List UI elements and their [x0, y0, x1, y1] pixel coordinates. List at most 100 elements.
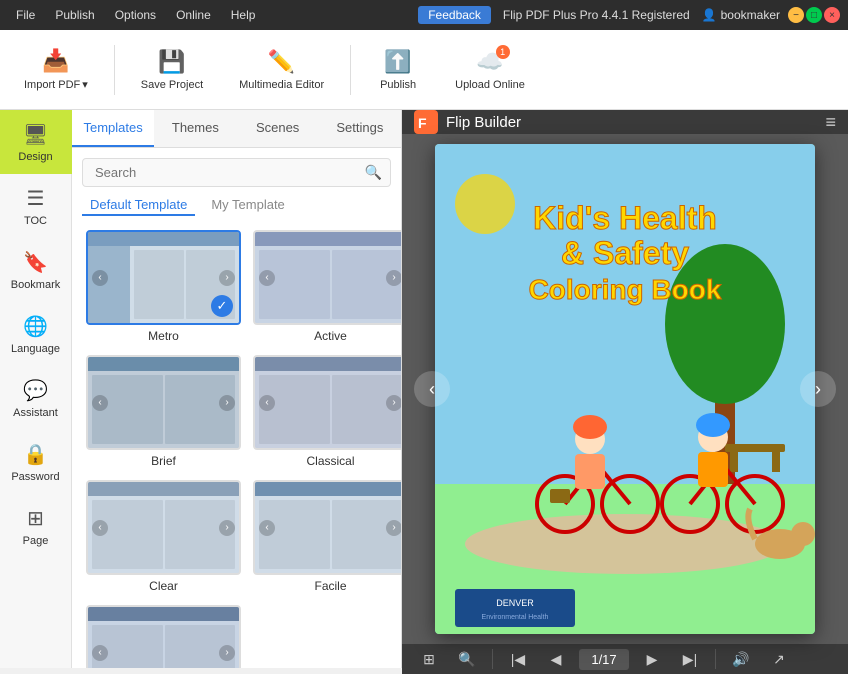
save-label: Save Project: [141, 79, 203, 91]
tab-scenes[interactable]: Scenes: [237, 110, 319, 147]
metro-nav-right: ›: [219, 270, 235, 286]
minimize-button[interactable]: −: [788, 7, 804, 23]
metro-nav-left: ‹: [92, 270, 108, 286]
language-icon: 🌐: [23, 314, 48, 339]
extra-nav-right: ›: [219, 645, 235, 661]
book-cover: Kid's Health & Safety Coloring Book: [435, 144, 815, 634]
brief-nav-left: ‹: [92, 395, 108, 411]
svg-text:Environmental Health: Environmental Health: [482, 614, 549, 621]
search-bar: 🔍: [82, 158, 391, 187]
template-facile[interactable]: ‹ › Facile: [247, 474, 401, 599]
grid-view-button[interactable]: ⊞: [414, 644, 444, 674]
toolbar-separator-2: [350, 45, 351, 95]
save-project-button[interactable]: 💾 Save Project: [127, 43, 217, 97]
sidebar-item-password[interactable]: 🔒 Password: [0, 430, 72, 494]
page-icon: ⊞: [27, 506, 44, 531]
password-icon: 🔒: [23, 442, 48, 467]
svg-text:Kid's Health: Kid's Health: [533, 200, 717, 236]
upload-icon-wrap: ☁️ 1: [476, 49, 503, 75]
template-name-clear: Clear: [149, 579, 178, 593]
sidebar-item-assistant[interactable]: 💬 Assistant: [0, 366, 72, 430]
template-thumb-metro: ‹ › ✓: [86, 230, 241, 325]
window-controls: − □ ×: [788, 7, 840, 23]
subtab-my[interactable]: My Template: [203, 195, 292, 216]
extra-nav-left: ‹: [92, 645, 108, 661]
prev-page-footer-button[interactable]: ◀: [541, 644, 571, 674]
tab-themes[interactable]: Themes: [154, 110, 236, 147]
template-extra[interactable]: ‹ ›: [80, 599, 247, 668]
svg-text:DENVER: DENVER: [496, 598, 534, 608]
flip-logo-icon: F: [414, 110, 438, 134]
facile-nav-right: ›: [386, 520, 401, 536]
user-name: bookmaker: [721, 8, 780, 22]
toc-label: TOC: [24, 215, 47, 227]
share-button[interactable]: ↗: [764, 644, 794, 674]
upload-online-button[interactable]: ☁️ 1 Upload Online: [441, 43, 539, 97]
search-input[interactable]: [91, 159, 365, 186]
sidebar-item-page[interactable]: ⊞ Page: [0, 494, 72, 558]
publish-button[interactable]: ⬆️ Publish: [363, 43, 433, 97]
template-thumb-classical: ‹ ›: [253, 355, 401, 450]
flip-title: Flip Builder: [446, 114, 521, 131]
design-label: Design: [18, 151, 52, 163]
footer-separator-1: [492, 649, 493, 669]
tab-templates[interactable]: Templates: [72, 110, 154, 147]
bookmark-label: Bookmark: [11, 279, 61, 291]
template-active[interactable]: ‹ › Active: [247, 224, 401, 349]
assistant-label: Assistant: [13, 407, 58, 419]
sidebar-item-bookmark[interactable]: 🔖 Bookmark: [0, 238, 72, 302]
flip-logo: F Flip Builder: [414, 110, 521, 134]
templates-grid: ‹ › ✓ Metro: [72, 224, 401, 668]
template-name-classical: Classical: [306, 454, 354, 468]
brief-nav-right: ›: [219, 395, 235, 411]
last-page-button[interactable]: ▶|: [675, 644, 705, 674]
multimedia-icon: ✏️: [268, 49, 295, 75]
page-input[interactable]: [579, 649, 629, 670]
preview-header: F Flip Builder ≡: [402, 110, 848, 134]
template-classical[interactable]: ‹ › Classical: [247, 349, 401, 474]
template-thumb-brief: ‹ ›: [86, 355, 241, 450]
menu-publish[interactable]: Publish: [47, 6, 102, 24]
toc-icon: ☰: [27, 186, 45, 211]
template-thumb-extra: ‹ ›: [86, 605, 241, 668]
multimedia-editor-button[interactable]: ✏️ Multimedia Editor: [225, 43, 338, 97]
subtab-default[interactable]: Default Template: [82, 195, 195, 216]
template-brief[interactable]: ‹ › Brief: [80, 349, 247, 474]
menu-file[interactable]: File: [8, 6, 43, 24]
svg-text:& Safety: & Safety: [561, 235, 689, 271]
import-dropdown-icon: ▾: [82, 78, 88, 91]
prev-page-button[interactable]: ‹: [414, 371, 450, 407]
left-sidebar: 🖥 Design ☰ TOC 🔖 Bookmark 🌐 Language 💬 A…: [0, 110, 72, 668]
preview-footer: ⊞ 🔍 |◀ ◀ ▶ ▶| 🔊 ↗: [402, 644, 848, 674]
template-name-facile: Facile: [314, 579, 346, 593]
search-icon: 🔍: [365, 164, 382, 181]
save-icon: 💾: [158, 49, 185, 75]
feedback-button[interactable]: Feedback: [418, 6, 491, 24]
zoom-in-button[interactable]: 🔍: [452, 644, 482, 674]
sidebar-item-design[interactable]: 🖥 Design: [0, 110, 72, 174]
menu-online[interactable]: Online: [168, 6, 219, 24]
close-button[interactable]: ×: [824, 7, 840, 23]
upload-label: Upload Online: [455, 79, 525, 91]
template-clear[interactable]: ‹ › Clear: [80, 474, 247, 599]
menu-options[interactable]: Options: [107, 6, 164, 24]
next-page-footer-button[interactable]: ▶: [637, 644, 667, 674]
tab-settings[interactable]: Settings: [319, 110, 401, 147]
hamburger-menu-icon[interactable]: ≡: [825, 112, 836, 133]
sidebar-item-language[interactable]: 🌐 Language: [0, 302, 72, 366]
maximize-button[interactable]: □: [806, 7, 822, 23]
active-nav-left: ‹: [259, 270, 275, 286]
clear-nav-left: ‹: [92, 520, 108, 536]
page-label: Page: [23, 535, 49, 547]
import-pdf-button[interactable]: 📥 Import PDF ▾: [10, 42, 102, 97]
design-icon: 🖥: [23, 122, 48, 147]
next-page-button[interactable]: ›: [800, 371, 836, 407]
template-thumb-clear: ‹ ›: [86, 480, 241, 575]
menu-help[interactable]: Help: [223, 6, 264, 24]
first-page-button[interactable]: |◀: [503, 644, 533, 674]
sidebar-item-toc[interactable]: ☰ TOC: [0, 174, 72, 238]
sound-button[interactable]: 🔊: [726, 644, 756, 674]
template-metro[interactable]: ‹ › ✓ Metro: [80, 224, 247, 349]
template-name-metro: Metro: [148, 329, 179, 343]
publish-icon: ⬆️: [384, 49, 411, 75]
